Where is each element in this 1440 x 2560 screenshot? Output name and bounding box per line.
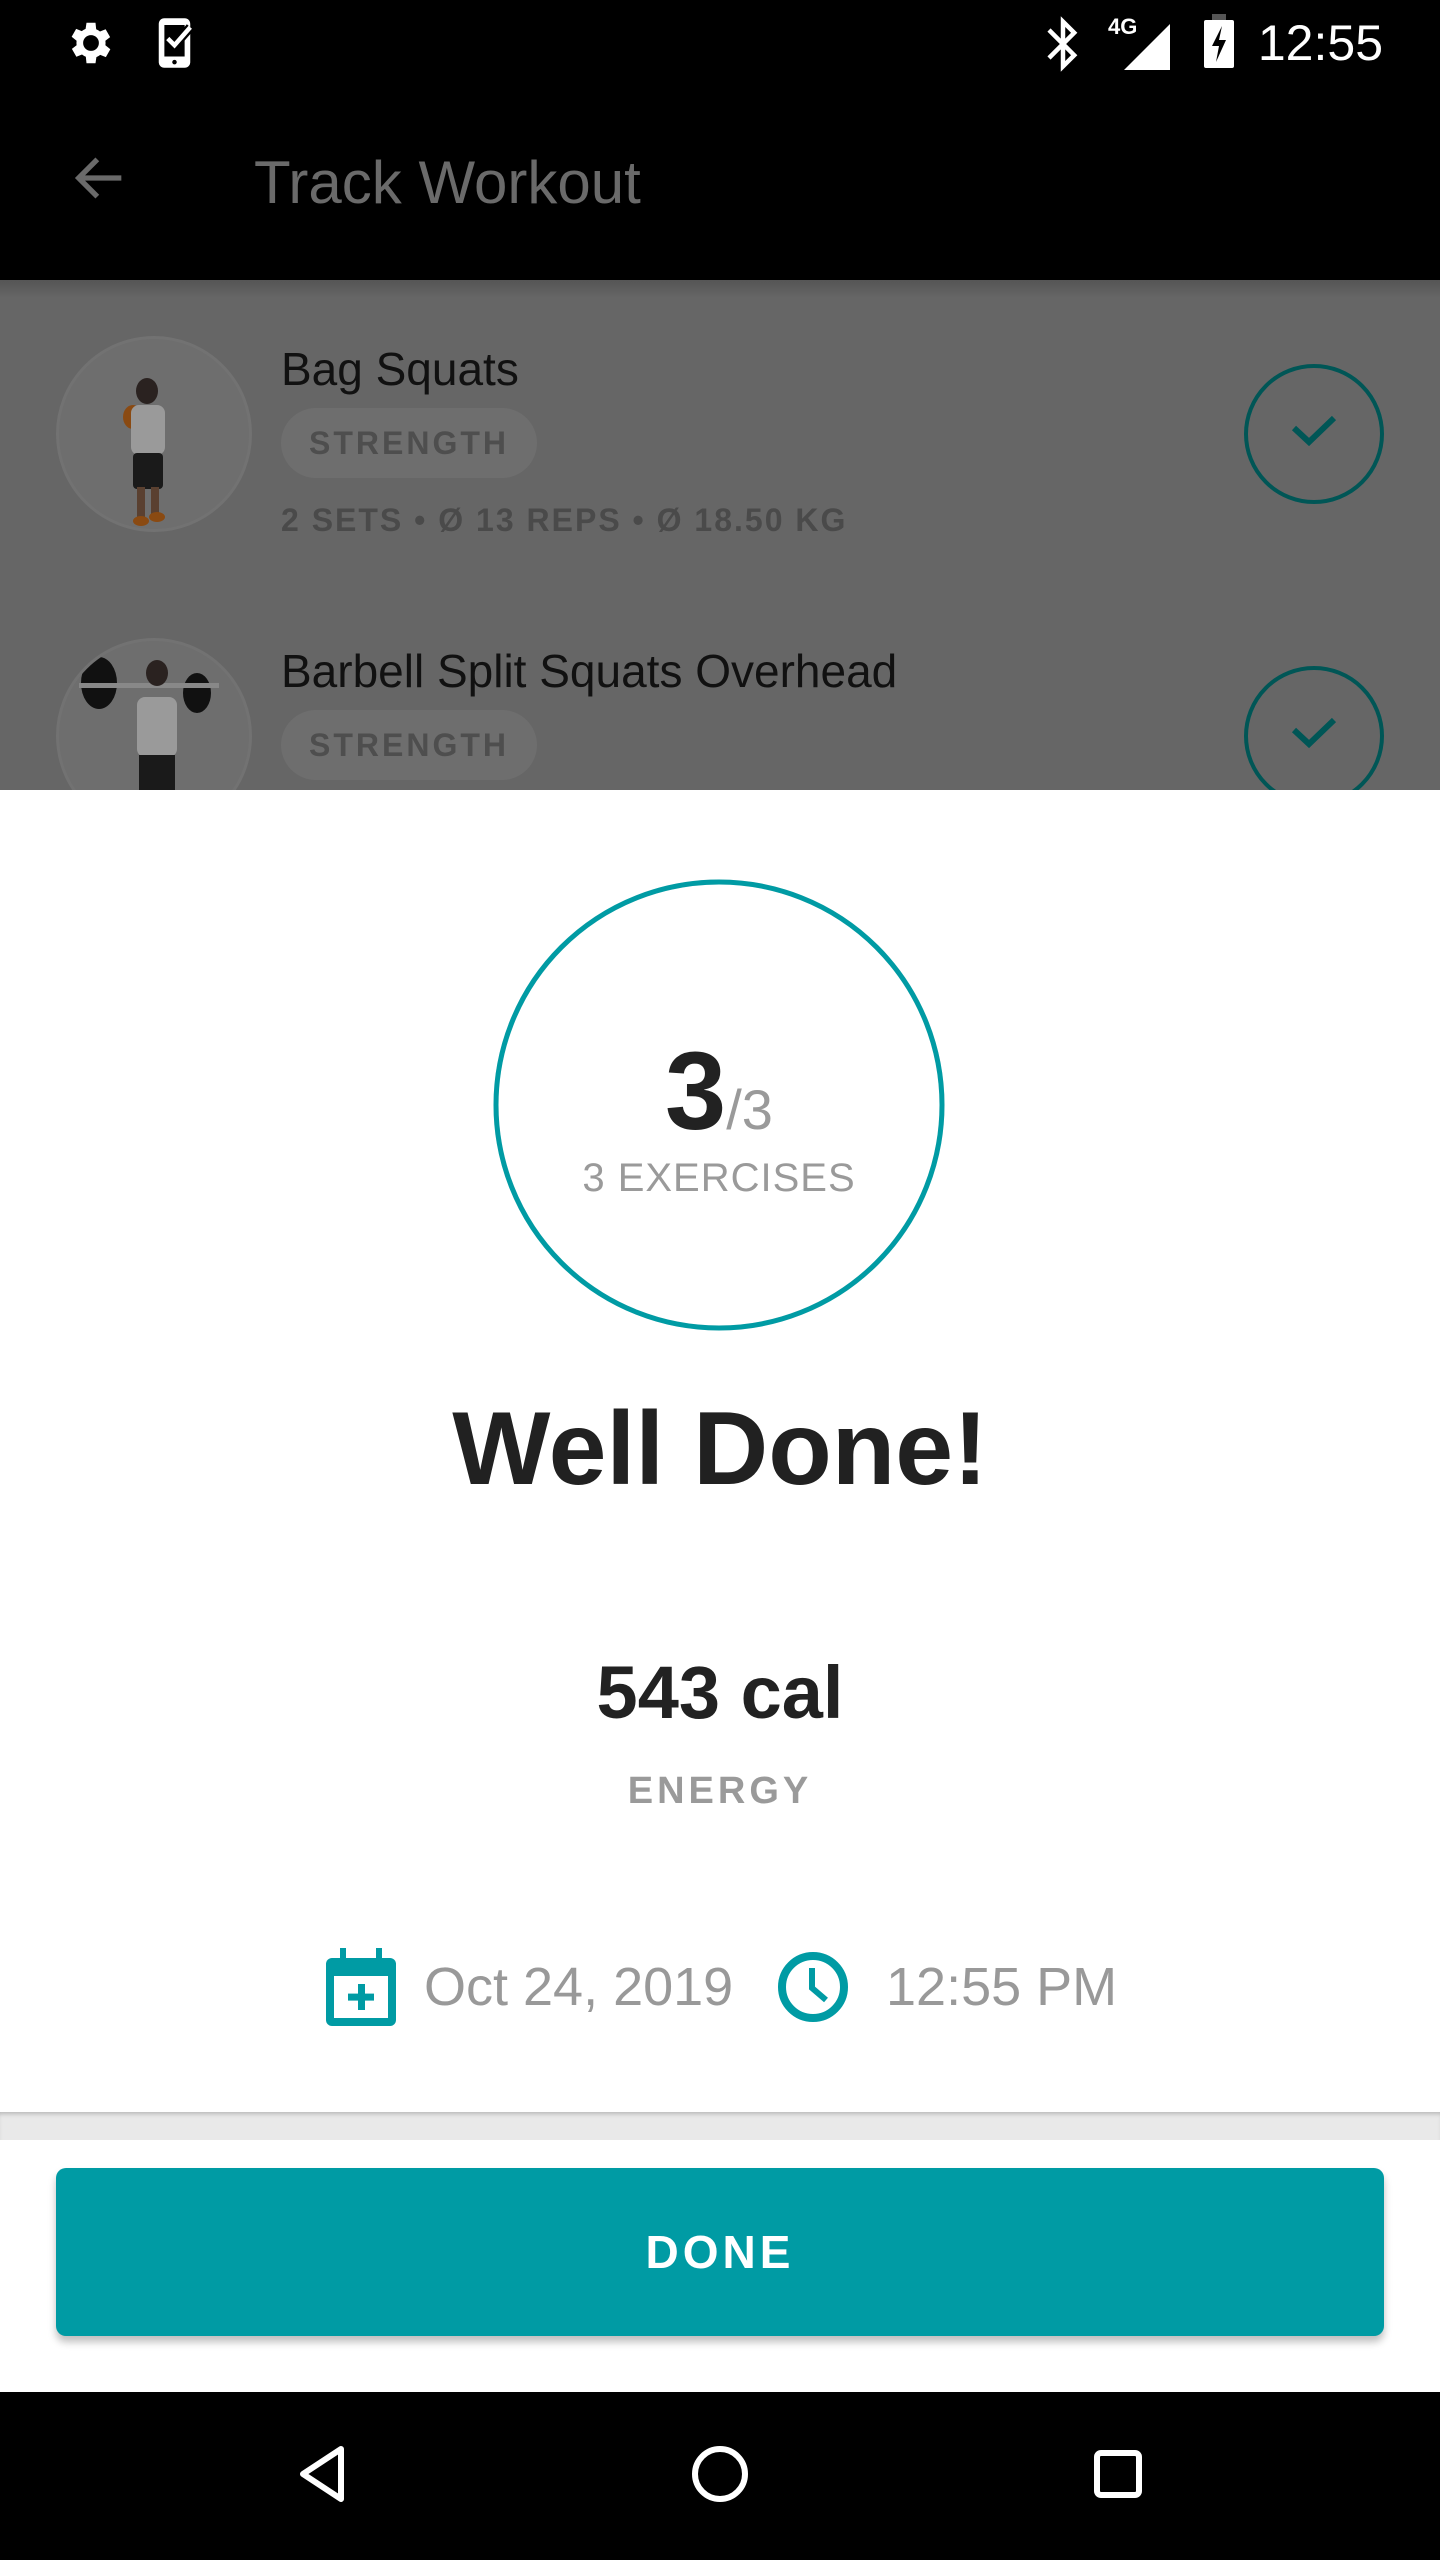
completed-check-button[interactable] <box>1244 666 1384 790</box>
action-area: DONE <box>0 2140 1440 2392</box>
category-chip: STRENGTH <box>281 710 537 780</box>
sheet-divider <box>0 2112 1440 2140</box>
exercise-stats: 2 SETS • Ø 13 REPS • Ø 18.50 KG <box>281 502 848 538</box>
home-nav-icon <box>691 2445 749 2508</box>
list-item[interactable]: Bag Squats STRENGTH 2 SETS • Ø 13 REPS •… <box>0 280 1440 600</box>
calendar-add-icon <box>326 1948 396 2026</box>
exercises-label: 3 EXERCISES <box>582 1156 856 1200</box>
exercise-name: Barbell Split Squats Overhead <box>281 645 898 697</box>
exercise-thumbnail <box>56 336 252 532</box>
bluetooth-icon <box>1046 16 1080 77</box>
svg-text:4G: 4G <box>1108 14 1137 39</box>
clock-icon <box>776 1950 850 2024</box>
system-nav-bar <box>0 2392 1440 2560</box>
workout-time: 12:55 PM <box>886 1957 1118 2017</box>
completed-count: 3 <box>665 1030 727 1153</box>
time-field[interactable]: 12:55 PM <box>776 1942 1117 2032</box>
recents-nav-icon <box>1093 2449 1143 2504</box>
exercise-name: Bag Squats <box>281 343 519 395</box>
arrow-back-icon <box>68 146 132 215</box>
nav-home-button[interactable] <box>660 2416 780 2536</box>
battery-charging-icon <box>1204 14 1234 73</box>
person-barbell-icon <box>79 657 219 790</box>
done-button[interactable]: DONE <box>56 2168 1384 2336</box>
page-title: Track Workout <box>254 149 641 216</box>
date-time-row: Oct 24, 2019 12:55 PM <box>0 1942 1440 2032</box>
person-figure-icon <box>123 378 165 526</box>
progress-ring: 3/3 3 EXERCISES <box>492 878 946 1332</box>
workout-complete-sheet: 3/3 3 EXERCISES Well Done! 543 cal ENERG… <box>0 790 1440 2114</box>
app-bar: Track Workout <box>0 90 1440 280</box>
settings-icon <box>64 16 118 75</box>
completed-check-button[interactable] <box>1244 364 1384 504</box>
list-item[interactable]: Barbell Split Squats Overhead STRENGTH <box>0 602 1440 790</box>
status-time: 12:55 <box>1257 15 1383 71</box>
signal-icon: 4G <box>1108 12 1172 75</box>
check-icon <box>1290 414 1338 455</box>
device-check-icon <box>154 16 204 75</box>
energy-value: 543 cal <box>596 1651 844 1734</box>
nav-back-button[interactable] <box>262 2416 382 2536</box>
energy-label: ENERGY <box>627 1770 813 1812</box>
nav-recents-button[interactable] <box>1058 2416 1178 2536</box>
total-count: /3 <box>726 1078 773 1141</box>
exercise-list: Bag Squats STRENGTH 2 SETS • Ø 13 REPS •… <box>0 280 1440 790</box>
workout-date: Oct 24, 2019 <box>424 1957 734 2017</box>
exercise-thumbnail <box>56 638 252 790</box>
exercise-count: 3/3 <box>492 1028 946 1155</box>
date-field[interactable]: Oct 24, 2019 <box>326 1942 733 2032</box>
check-icon <box>1290 716 1338 757</box>
back-nav-icon <box>297 2445 347 2508</box>
back-button[interactable] <box>50 130 150 230</box>
headline: Well Done! <box>452 1391 988 1507</box>
category-chip: STRENGTH <box>281 408 537 478</box>
status-bar: 4G 12:55 <box>0 0 1440 90</box>
